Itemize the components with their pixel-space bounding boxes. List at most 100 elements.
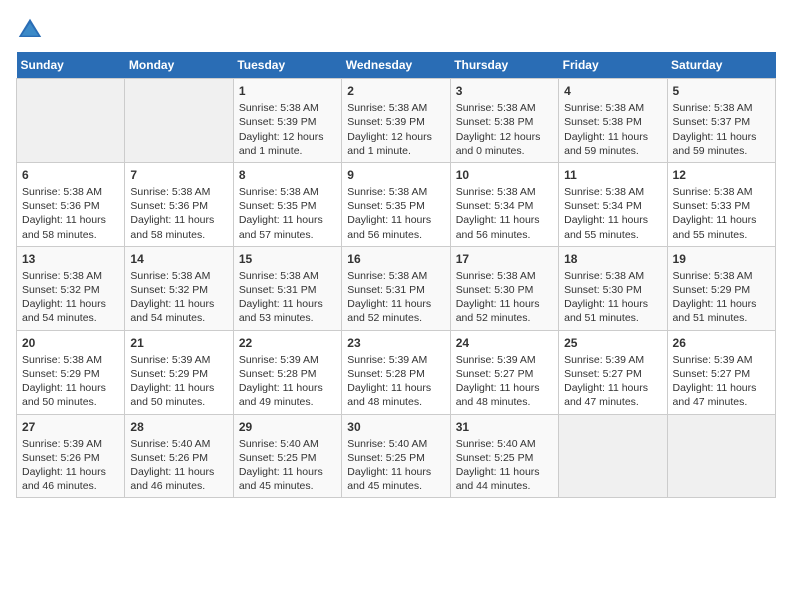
- week-row-2: 6 Sunrise: 5:38 AMSunset: 5:36 PMDaylight…: [17, 162, 776, 246]
- day-number: 10: [456, 167, 553, 183]
- day-number: 1: [239, 83, 336, 99]
- cell-content: Sunrise: 5:39 AMSunset: 5:28 PMDaylight:…: [239, 353, 336, 410]
- day-number: 4: [564, 83, 661, 99]
- cell-content: Sunrise: 5:39 AMSunset: 5:28 PMDaylight:…: [347, 353, 444, 410]
- day-number: 14: [130, 251, 227, 267]
- cell-content: Sunrise: 5:38 AMSunset: 5:39 PMDaylight:…: [347, 101, 444, 158]
- cell-content: Sunrise: 5:38 AMSunset: 5:39 PMDaylight:…: [239, 101, 336, 158]
- cell-content: Sunrise: 5:38 AMSunset: 5:38 PMDaylight:…: [456, 101, 553, 158]
- calendar-cell: 22 Sunrise: 5:39 AMSunset: 5:28 PMDayligh…: [233, 330, 341, 414]
- cell-content: Sunrise: 5:39 AMSunset: 5:27 PMDaylight:…: [456, 353, 553, 410]
- day-number: 15: [239, 251, 336, 267]
- cell-content: Sunrise: 5:40 AMSunset: 5:25 PMDaylight:…: [239, 437, 336, 494]
- calendar-cell: 29 Sunrise: 5:40 AMSunset: 5:25 PMDayligh…: [233, 414, 341, 498]
- cell-content: Sunrise: 5:38 AMSunset: 5:34 PMDaylight:…: [564, 185, 661, 242]
- day-number: 29: [239, 419, 336, 435]
- calendar-cell: [125, 79, 233, 163]
- cell-content: Sunrise: 5:40 AMSunset: 5:26 PMDaylight:…: [130, 437, 227, 494]
- day-number: 24: [456, 335, 553, 351]
- cell-content: Sunrise: 5:38 AMSunset: 5:29 PMDaylight:…: [673, 269, 770, 326]
- calendar-cell: 24 Sunrise: 5:39 AMSunset: 5:27 PMDayligh…: [450, 330, 558, 414]
- cell-content: Sunrise: 5:38 AMSunset: 5:31 PMDaylight:…: [239, 269, 336, 326]
- cell-content: Sunrise: 5:39 AMSunset: 5:27 PMDaylight:…: [564, 353, 661, 410]
- day-number: 9: [347, 167, 444, 183]
- cell-content: Sunrise: 5:38 AMSunset: 5:29 PMDaylight:…: [22, 353, 119, 410]
- calendar-cell: 30Sunrise: 5:40 AMSunset: 5:25 PMDayligh…: [342, 414, 450, 498]
- cell-content: Sunrise: 5:38 AMSunset: 5:33 PMDaylight:…: [673, 185, 770, 242]
- cell-content: Sunrise: 5:38 AMSunset: 5:30 PMDaylight:…: [456, 269, 553, 326]
- calendar-cell: 23 Sunrise: 5:39 AMSunset: 5:28 PMDayligh…: [342, 330, 450, 414]
- logo-icon: [16, 16, 44, 44]
- calendar-cell: 15 Sunrise: 5:38 AMSunset: 5:31 PMDayligh…: [233, 246, 341, 330]
- logo: [16, 16, 48, 44]
- page-header: [16, 16, 776, 44]
- day-header-row: SundayMondayTuesdayWednesdayThursdayFrid…: [17, 52, 776, 79]
- calendar-cell: 19 Sunrise: 5:38 AMSunset: 5:29 PMDayligh…: [667, 246, 775, 330]
- cell-content: Sunrise: 5:38 AMSunset: 5:32 PMDaylight:…: [22, 269, 119, 326]
- calendar-cell: 18 Sunrise: 5:38 AMSunset: 5:30 PMDayligh…: [559, 246, 667, 330]
- day-number: 26: [673, 335, 770, 351]
- day-number: 25: [564, 335, 661, 351]
- calendar-cell: 27Sunrise: 5:39 AMSunset: 5:26 PMDayligh…: [17, 414, 125, 498]
- cell-content: Sunrise: 5:38 AMSunset: 5:38 PMDaylight:…: [564, 101, 661, 158]
- calendar-cell: 10 Sunrise: 5:38 AMSunset: 5:34 PMDayligh…: [450, 162, 558, 246]
- calendar-cell: 21 Sunrise: 5:39 AMSunset: 5:29 PMDayligh…: [125, 330, 233, 414]
- calendar-cell: 14 Sunrise: 5:38 AMSunset: 5:32 PMDayligh…: [125, 246, 233, 330]
- day-number: 17: [456, 251, 553, 267]
- day-header-friday: Friday: [559, 52, 667, 79]
- calendar-cell: 7Sunrise: 5:38 AMSunset: 5:36 PMDaylight…: [125, 162, 233, 246]
- calendar-cell: 11 Sunrise: 5:38 AMSunset: 5:34 PMDayligh…: [559, 162, 667, 246]
- cell-content: Sunrise: 5:40 AMSunset: 5:25 PMDaylight:…: [456, 437, 553, 494]
- cell-content: Sunrise: 5:38 AMSunset: 5:37 PMDaylight:…: [673, 101, 770, 158]
- cell-content: Sunrise: 5:38 AMSunset: 5:35 PMDaylight:…: [347, 185, 444, 242]
- day-header-thursday: Thursday: [450, 52, 558, 79]
- cell-content: Sunrise: 5:38 AMSunset: 5:32 PMDaylight:…: [130, 269, 227, 326]
- calendar-cell: [667, 414, 775, 498]
- day-header-sunday: Sunday: [17, 52, 125, 79]
- calendar-cell: 28Sunrise: 5:40 AMSunset: 5:26 PMDayligh…: [125, 414, 233, 498]
- day-number: 6: [22, 167, 119, 183]
- calendar-cell: 5 Sunrise: 5:38 AMSunset: 5:37 PMDaylight…: [667, 79, 775, 163]
- calendar-cell: 13 Sunrise: 5:38 AMSunset: 5:32 PMDayligh…: [17, 246, 125, 330]
- calendar-cell: 17 Sunrise: 5:38 AMSunset: 5:30 PMDayligh…: [450, 246, 558, 330]
- calendar-cell: 16 Sunrise: 5:38 AMSunset: 5:31 PMDayligh…: [342, 246, 450, 330]
- day-number: 21: [130, 335, 227, 351]
- day-number: 19: [673, 251, 770, 267]
- calendar-cell: 20 Sunrise: 5:38 AMSunset: 5:29 PMDayligh…: [17, 330, 125, 414]
- calendar-cell: 12Sunrise: 5:38 AMSunset: 5:33 PMDayligh…: [667, 162, 775, 246]
- cell-content: Sunrise: 5:38 AMSunset: 5:36 PMDaylight:…: [130, 185, 227, 242]
- cell-content: Sunrise: 5:38 AMSunset: 5:36 PMDaylight:…: [22, 185, 119, 242]
- day-number: 16: [347, 251, 444, 267]
- day-header-tuesday: Tuesday: [233, 52, 341, 79]
- cell-content: Sunrise: 5:38 AMSunset: 5:31 PMDaylight:…: [347, 269, 444, 326]
- calendar-cell: 4 Sunrise: 5:38 AMSunset: 5:38 PMDaylight…: [559, 79, 667, 163]
- day-number: 18: [564, 251, 661, 267]
- day-number: 31: [456, 419, 553, 435]
- week-row-3: 13 Sunrise: 5:38 AMSunset: 5:32 PMDayligh…: [17, 246, 776, 330]
- calendar-cell: [17, 79, 125, 163]
- day-header-monday: Monday: [125, 52, 233, 79]
- day-number: 11: [564, 167, 661, 183]
- day-number: 3: [456, 83, 553, 99]
- calendar-cell: 2Sunrise: 5:38 AMSunset: 5:39 PMDaylight…: [342, 79, 450, 163]
- calendar-cell: 3 Sunrise: 5:38 AMSunset: 5:38 PMDaylight…: [450, 79, 558, 163]
- cell-content: Sunrise: 5:38 AMSunset: 5:34 PMDaylight:…: [456, 185, 553, 242]
- cell-content: Sunrise: 5:39 AMSunset: 5:29 PMDaylight:…: [130, 353, 227, 410]
- day-number: 20: [22, 335, 119, 351]
- day-number: 5: [673, 83, 770, 99]
- calendar-cell: 1 Sunrise: 5:38 AMSunset: 5:39 PMDaylight…: [233, 79, 341, 163]
- cell-content: Sunrise: 5:40 AMSunset: 5:25 PMDaylight:…: [347, 437, 444, 494]
- calendar-cell: 31 Sunrise: 5:40 AMSunset: 5:25 PMDayligh…: [450, 414, 558, 498]
- calendar-cell: 9 Sunrise: 5:38 AMSunset: 5:35 PMDaylight…: [342, 162, 450, 246]
- cell-content: Sunrise: 5:38 AMSunset: 5:35 PMDaylight:…: [239, 185, 336, 242]
- cell-content: Sunrise: 5:38 AMSunset: 5:30 PMDaylight:…: [564, 269, 661, 326]
- calendar-cell: 8 Sunrise: 5:38 AMSunset: 5:35 PMDaylight…: [233, 162, 341, 246]
- day-number: 13: [22, 251, 119, 267]
- day-number: 22: [239, 335, 336, 351]
- week-row-4: 20 Sunrise: 5:38 AMSunset: 5:29 PMDayligh…: [17, 330, 776, 414]
- day-number: 23: [347, 335, 444, 351]
- day-header-saturday: Saturday: [667, 52, 775, 79]
- day-number: 8: [239, 167, 336, 183]
- day-number: 27: [22, 419, 119, 435]
- week-row-1: 1 Sunrise: 5:38 AMSunset: 5:39 PMDaylight…: [17, 79, 776, 163]
